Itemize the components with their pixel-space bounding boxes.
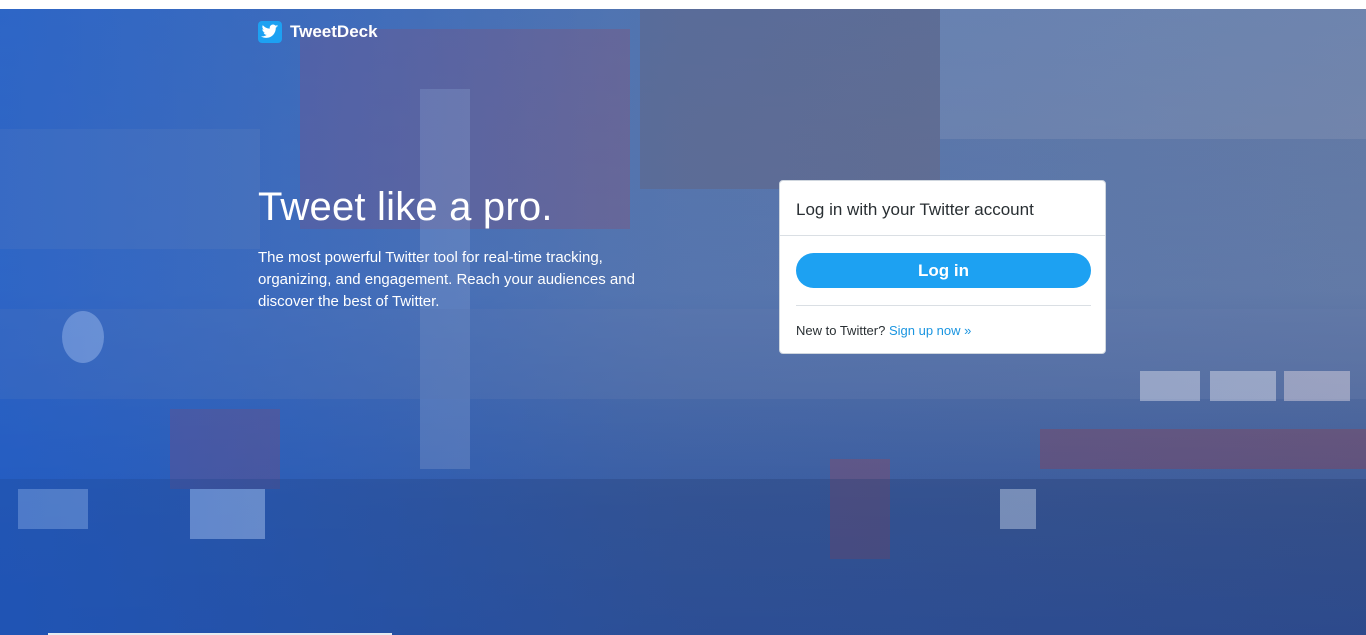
- blue-overlay: [0, 9, 1366, 635]
- hero-title: Tweet like a pro.: [258, 185, 553, 229]
- page: TweetDeck Tweet like a pro. The most pow…: [0, 9, 1366, 635]
- login-card: Log in with your Twitter account Log in …: [779, 180, 1106, 354]
- brand-name: TweetDeck: [290, 22, 378, 41]
- signup-prompt: New to Twitter? Sign up now »: [796, 323, 971, 338]
- hero-description: The most powerful Twitter tool for real-…: [258, 249, 635, 310]
- login-button[interactable]: Log in: [796, 253, 1091, 288]
- twitter-bird-icon: [258, 21, 282, 43]
- signup-link[interactable]: Sign up now »: [889, 323, 971, 338]
- new-to-twitter-text: New to Twitter?: [796, 323, 886, 338]
- login-card-heading: Log in with your Twitter account: [780, 181, 1105, 236]
- card-divider: [796, 305, 1091, 306]
- tweetdeck-logo[interactable]: TweetDeck: [258, 21, 378, 43]
